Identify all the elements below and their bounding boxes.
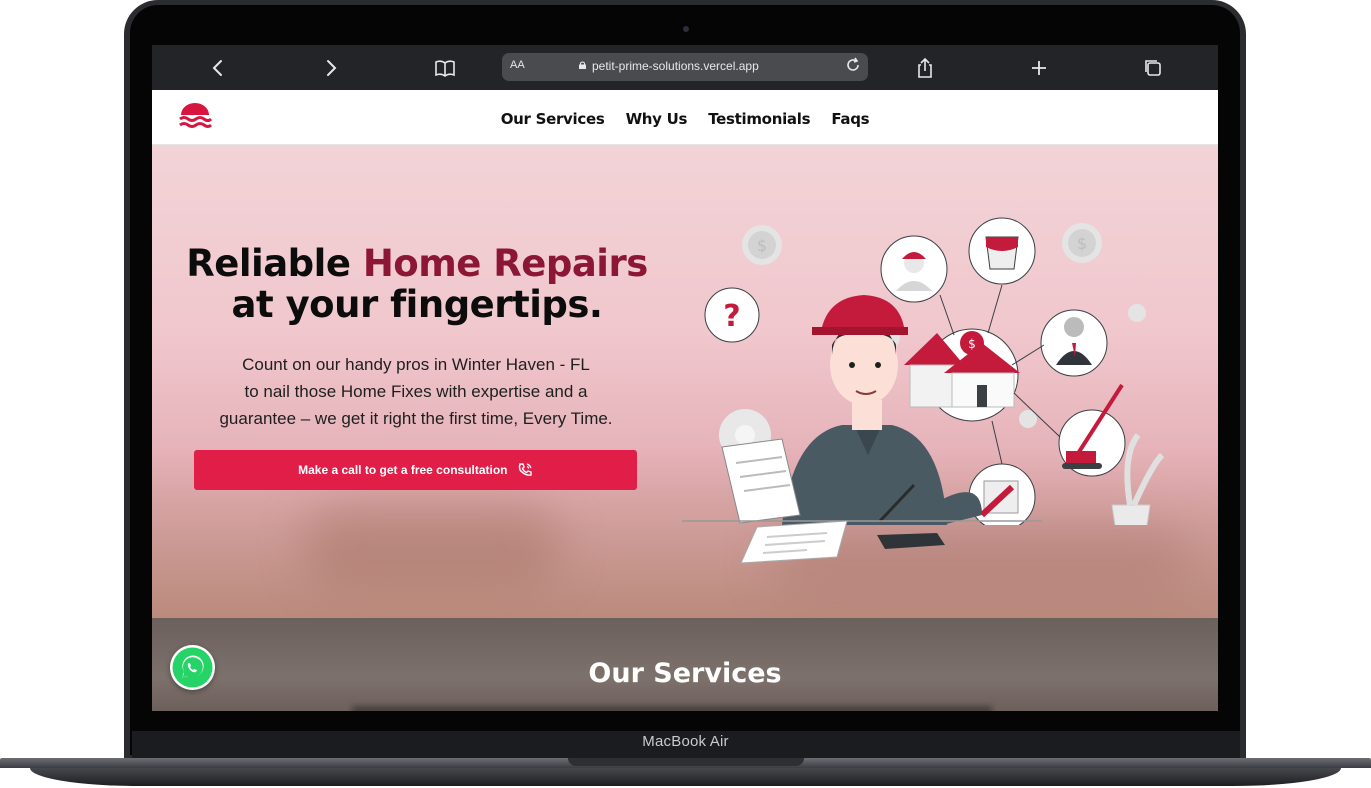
headline-line-2: at your fingertips. — [231, 283, 603, 326]
nav-link-our-services[interactable]: Our Services — [501, 110, 605, 128]
services-title: Our Services — [588, 658, 782, 689]
hero-section: Reliable Home Repairs at your fingertips… — [152, 145, 1218, 618]
camera-icon — [683, 26, 689, 32]
services-section: Our Services — [152, 618, 1218, 711]
hero-headline: Reliable Home Repairs at your fingertips… — [152, 243, 682, 325]
subtitle-line: to nail those Home Fixes with expertise … — [244, 382, 588, 401]
laptop-notch — [568, 758, 804, 766]
hero-background-shape — [302, 505, 562, 585]
book-icon[interactable] — [432, 55, 458, 81]
subtitle-line: guarantee – we get it right the first ti… — [219, 409, 613, 428]
coin-icon: $ — [742, 225, 782, 265]
nav-links: Our Services Why Us Testimonials Faqs — [152, 109, 1218, 128]
plus-icon[interactable] — [1026, 55, 1052, 81]
coin-icon: $ — [1062, 223, 1102, 263]
site-navbar: Our Services Why Us Testimonials Faqs — [152, 90, 1218, 145]
svg-text:$: $ — [1077, 234, 1087, 253]
subtitle-line: Count on our handy pros in Winter Haven … — [242, 355, 590, 374]
laptop-base-bottom — [30, 768, 1341, 786]
text-size-button[interactable]: AA — [510, 59, 525, 71]
desk-items-illustration — [740, 520, 945, 564]
headline-accent: Home Repairs — [362, 242, 648, 285]
share-icon[interactable] — [912, 55, 938, 81]
lock-icon — [579, 61, 586, 69]
chevron-right-icon[interactable] — [318, 55, 344, 81]
browser-screen: AA petit-prime-solutions.vercel.app Our … — [152, 45, 1218, 711]
coin-icon — [1128, 304, 1146, 322]
repairman-illustration: $ $ $ ? $ — [682, 217, 1165, 525]
question-bubble-icon: ? — [704, 287, 760, 343]
hero-subtitle: Count on our handy pros in Winter Haven … — [182, 351, 650, 432]
whatsapp-button[interactable] — [170, 645, 215, 690]
reload-icon[interactable] — [844, 56, 862, 79]
cta-label: Make a call to get a free consultation — [298, 463, 508, 477]
crane-icon — [1058, 383, 1126, 477]
phone-call-icon — [518, 463, 532, 476]
nav-link-faqs[interactable]: Faqs — [831, 110, 869, 128]
headline-text: Reliable — [186, 242, 363, 285]
services-subtitle-cropped — [352, 706, 992, 711]
url-text: petit-prime-solutions.vercel.app — [592, 59, 759, 73]
svg-text:?: ? — [723, 299, 740, 334]
svg-text:$: $ — [968, 337, 976, 351]
nav-link-testimonials[interactable]: Testimonials — [708, 110, 810, 128]
chevron-left-icon[interactable] — [205, 55, 231, 81]
laptop-base — [0, 758, 1371, 788]
worker-avatar-icon — [880, 235, 948, 303]
businessman-icon — [1040, 309, 1108, 377]
pencil-icon — [968, 463, 1036, 525]
address-bar[interactable]: AA petit-prime-solutions.vercel.app — [502, 53, 868, 81]
paint-bucket-icon — [968, 217, 1036, 285]
whatsapp-icon — [172, 647, 213, 688]
svg-text:$: $ — [757, 236, 767, 255]
call-consultation-button[interactable]: Make a call to get a free consultation — [194, 450, 637, 490]
tabs-icon[interactable] — [1140, 55, 1166, 81]
device-label: MacBook Air — [642, 733, 729, 750]
nav-link-why-us[interactable]: Why Us — [626, 110, 688, 128]
browser-toolbar: AA petit-prime-solutions.vercel.app — [152, 45, 1218, 90]
